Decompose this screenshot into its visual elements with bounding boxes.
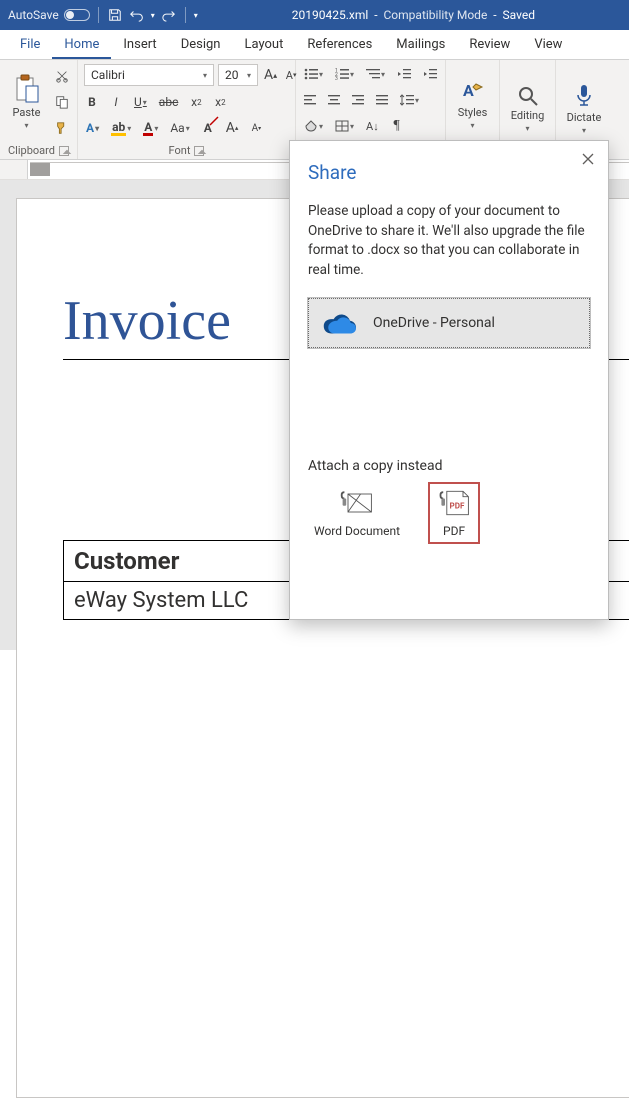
clipboard-launcher-icon[interactable]	[59, 146, 69, 156]
attach-pdf-label: PDF	[443, 524, 465, 538]
sort-button[interactable]: A↓	[364, 116, 381, 136]
pdf-icon: PDF	[436, 488, 472, 518]
grow-a-icon[interactable]: A▴	[224, 118, 241, 138]
redo-icon[interactable]	[161, 7, 177, 23]
paste-button[interactable]: Paste ▾	[6, 70, 47, 134]
superscript-button[interactable]: x2	[212, 92, 228, 112]
save-icon[interactable]	[107, 7, 123, 23]
shrink-a-icon[interactable]: A▾	[248, 118, 264, 138]
copy-icon[interactable]	[53, 92, 71, 112]
onedrive-icon	[323, 311, 359, 335]
grow-font-icon[interactable]: A▴	[262, 65, 279, 85]
onedrive-button[interactable]: OneDrive - Personal	[308, 298, 590, 348]
borders-button[interactable]: ▾	[333, 116, 356, 136]
attach-pdf-button[interactable]: PDF PDF	[430, 484, 478, 542]
underline-button[interactable]: U▾	[132, 92, 149, 112]
line-spacing-button[interactable]: ▾	[398, 90, 421, 110]
format-painter-icon[interactable]	[53, 118, 71, 138]
attach-word-button[interactable]: Word Document	[308, 484, 406, 542]
strike-button[interactable]: abc	[157, 92, 181, 112]
tab-mailings[interactable]: Mailings	[384, 31, 457, 59]
text-effects-button[interactable]: A▾	[84, 118, 101, 138]
dictate-button[interactable]: Dictate▾	[562, 79, 606, 139]
increase-indent-button[interactable]	[421, 64, 439, 84]
tab-insert[interactable]: Insert	[111, 31, 168, 59]
undo-dropdown-icon[interactable]: ▾	[151, 11, 155, 20]
align-right-button[interactable]	[350, 90, 366, 110]
autosave-switch-icon[interactable]	[64, 9, 90, 21]
styles-button[interactable]: A Styles▾	[452, 74, 493, 134]
tab-review[interactable]: Review	[457, 31, 522, 59]
font-color-button[interactable]: A▾	[141, 118, 160, 138]
highlight-button[interactable]: ab▾	[109, 118, 133, 138]
font-name-combo[interactable]: Calibri▾	[84, 64, 214, 86]
cut-icon[interactable]	[53, 66, 71, 86]
font-group-label: Font	[169, 144, 191, 157]
tab-design[interactable]: Design	[169, 31, 233, 59]
attach-title: Attach a copy instead	[308, 458, 590, 474]
change-case-button[interactable]: Aa▾	[168, 118, 191, 138]
editing-button[interactable]: Editing▾	[506, 81, 549, 137]
share-panel: Share Please upload a copy of your docum…	[289, 140, 609, 620]
multilevel-button[interactable]: ▾	[364, 64, 387, 84]
onedrive-label: OneDrive - Personal	[373, 315, 495, 331]
bold-button[interactable]: B	[84, 92, 100, 112]
show-marks-button[interactable]: ¶	[389, 116, 405, 136]
clear-format-button[interactable]: A	[200, 118, 216, 138]
clipboard-group-label: Clipboard	[8, 144, 55, 157]
title-bar: AutoSave ▾ ▾ 20190425.xml - Compatibilit…	[0, 0, 629, 30]
undo-icon[interactable]	[129, 7, 145, 23]
tab-view[interactable]: View	[522, 31, 574, 59]
autosave-toggle[interactable]: AutoSave	[8, 8, 90, 22]
justify-button[interactable]	[374, 90, 390, 110]
tab-home[interactable]: Home	[52, 31, 111, 59]
decrease-indent-button[interactable]	[395, 64, 413, 84]
word-doc-icon	[339, 488, 375, 518]
tab-references[interactable]: References	[295, 31, 384, 59]
share-body-text: Please upload a copy of your document to…	[308, 202, 590, 280]
bullets-button[interactable]: ▾	[302, 64, 325, 84]
subscript-button[interactable]: x2	[188, 92, 204, 112]
close-icon[interactable]	[578, 149, 598, 169]
ribbon-tabs: File Home Insert Design Layout Reference…	[0, 30, 629, 60]
align-center-button[interactable]	[326, 90, 342, 110]
align-left-button[interactable]	[302, 90, 318, 110]
font-launcher-icon[interactable]	[194, 146, 204, 156]
window-title: 20190425.xml - Compatibility Mode - Save…	[198, 8, 629, 22]
numbering-button[interactable]: 123▾	[333, 64, 356, 84]
tab-layout[interactable]: Layout	[232, 31, 295, 59]
share-heading: Share	[308, 161, 590, 184]
svg-text:PDF: PDF	[450, 501, 465, 511]
font-size-combo[interactable]: 20▾	[218, 64, 258, 86]
tab-file[interactable]: File	[8, 31, 52, 59]
svg-text:3: 3	[335, 76, 338, 80]
svg-text:A: A	[463, 81, 474, 100]
attach-word-label: Word Document	[314, 524, 400, 538]
shading-button[interactable]: ▾	[302, 116, 325, 136]
italic-button[interactable]: I	[108, 92, 124, 112]
